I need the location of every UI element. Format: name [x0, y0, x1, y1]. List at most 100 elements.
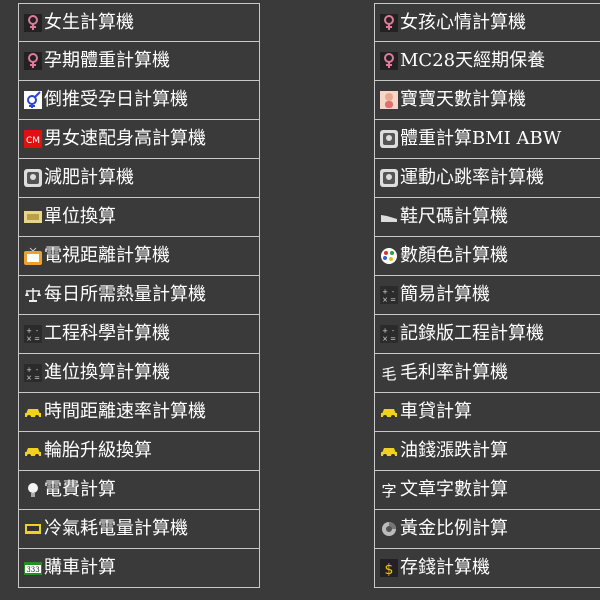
calculator-link-label: 存錢計算機 — [400, 557, 490, 578]
svg-text:×: × — [382, 335, 388, 343]
calculator-link-label: 電費計算 — [44, 479, 116, 500]
calculator-link[interactable]: 輪胎升級換算 — [18, 432, 260, 471]
calculator-link-label: 時間距離速率計算機 — [44, 401, 206, 422]
calculator-link[interactable]: + - × = 進位換算計算機 — [18, 354, 260, 393]
gold-icon — [380, 520, 398, 538]
calculator-link-label: 減肥計算機 — [44, 167, 134, 188]
hair-icon: 毛 — [380, 364, 398, 382]
car-icon — [380, 442, 398, 460]
balance-icon — [24, 286, 42, 304]
bulb-icon — [24, 481, 42, 499]
calculator-link-label: 男女速配身高計算機 — [44, 128, 206, 149]
calculator-link[interactable]: 女孩心情計算機 — [374, 3, 600, 42]
calculator-link-label: 冷氣耗電量計算機 — [44, 518, 188, 539]
calculator-link[interactable]: 黃金比例計算 — [374, 510, 600, 549]
calculator-link[interactable]: 電視距離計算機 — [18, 237, 260, 276]
female-icon — [380, 52, 398, 70]
calculator-link-label: 體重計算BMI ABW — [400, 128, 562, 149]
left-calculator-list: 女生計算機孕期體重計算機 倒推受孕日計算機 CM 男女速配身高計算機 減肥計算機單位換算… — [18, 3, 260, 588]
calculator-link[interactable]: + - × = 簡易計算機 — [374, 276, 600, 315]
calculator-link[interactable]: 數顏色計算機 — [374, 237, 600, 276]
calculator-link[interactable]: 時間距離速率計算機 — [18, 393, 260, 432]
scale-icon — [380, 169, 398, 187]
svg-text:=: = — [390, 296, 396, 304]
tv-icon — [24, 247, 42, 265]
unit-icon — [24, 208, 42, 226]
calculator-link-label: 車貸計算 — [400, 401, 472, 422]
female-icon — [24, 52, 42, 70]
gender-icon — [24, 91, 42, 109]
calculator-link[interactable]: 冷氣耗電量計算機 — [18, 510, 260, 549]
calculator-link-label: 寶寶天數計算機 — [400, 89, 526, 110]
calculator-link[interactable]: 333 購車計算 — [18, 549, 260, 588]
calculator-link-label: 電視距離計算機 — [44, 245, 170, 266]
car-icon — [380, 403, 398, 421]
car-icon — [24, 403, 42, 421]
calculator-link-label: 黃金比例計算 — [400, 518, 508, 539]
calculator-link-label: 孕期體重計算機 — [44, 50, 170, 71]
calculator-link[interactable]: 每日所需熱量計算機 — [18, 276, 260, 315]
calculator-link[interactable]: 字文章字數計算 — [374, 471, 600, 510]
calculator-link-label: 文章字數計算 — [400, 479, 508, 500]
svg-text:=: = — [34, 335, 40, 343]
scale-icon — [380, 130, 398, 148]
calculator-link[interactable]: 毛毛利率計算機 — [374, 354, 600, 393]
calculator-link-label: 倒推受孕日計算機 — [44, 89, 188, 110]
svg-text:CM: CM — [26, 136, 40, 146]
calculator-link-label: 油錢漲跌計算 — [400, 440, 508, 461]
calculator-link-label: 鞋尺碼計算機 — [400, 206, 508, 227]
svg-text:=: = — [34, 374, 40, 382]
calculator-link[interactable]: 單位換算 — [18, 198, 260, 237]
calculator-link-label: 運動心跳率計算機 — [400, 167, 544, 188]
svg-text:字: 字 — [381, 482, 396, 499]
calculator-link[interactable]: 減肥計算機 — [18, 159, 260, 198]
cm-icon: CM — [24, 130, 42, 148]
calculator-link[interactable]: CM 男女速配身高計算機 — [18, 120, 260, 159]
baby-icon — [380, 91, 398, 109]
calculator-link-label: 每日所需熱量計算機 — [44, 284, 206, 305]
calculator-link-label: MC28天經期保養 — [400, 50, 546, 71]
calculator-link[interactable]: + - × = 工程科學計算機 — [18, 315, 260, 354]
calculator-icon: + - × = — [24, 364, 42, 382]
calculator-link[interactable]: 孕期體重計算機 — [18, 42, 260, 81]
calculator-link[interactable]: 體重計算BMI ABW — [374, 120, 600, 159]
calculator-link[interactable]: 車貸計算 — [374, 393, 600, 432]
money-icon: $ — [380, 559, 398, 577]
calculator-link-label: 女孩心情計算機 — [400, 11, 526, 33]
svg-text:+: + — [26, 327, 32, 335]
svg-text:+: + — [382, 288, 388, 296]
svg-text:+: + — [382, 327, 388, 335]
calculator-link[interactable]: + - × = 記錄版工程計算機 — [374, 315, 600, 354]
calculator-link[interactable]: 電費計算 — [18, 471, 260, 510]
svg-text:×: × — [382, 296, 388, 304]
female-icon — [24, 13, 42, 32]
female-icon — [380, 13, 398, 32]
calculator-link-label: 毛利率計算機 — [400, 362, 508, 383]
svg-text:=: = — [390, 335, 396, 343]
shoe-icon — [380, 208, 398, 226]
calculator-link-label: 記錄版工程計算機 — [400, 323, 544, 344]
calculator-link-label: 數顏色計算機 — [400, 245, 508, 266]
calculator-link-label: 工程科學計算機 — [44, 323, 170, 344]
calculator-icon: + - × = — [24, 325, 42, 343]
aircon-icon — [24, 520, 42, 538]
calculator-icon: + - × = — [380, 325, 398, 343]
calculator-link[interactable]: $ 存錢計算機 — [374, 549, 600, 588]
calculator-link[interactable]: 運動心跳率計算機 — [374, 159, 600, 198]
palette-icon — [380, 247, 398, 265]
calculator-link[interactable]: 倒推受孕日計算機 — [18, 81, 260, 120]
svg-text:$: $ — [385, 562, 394, 577]
svg-text:×: × — [26, 374, 32, 382]
svg-text:333: 333 — [26, 566, 39, 574]
car-icon — [24, 442, 42, 460]
calculator-link-label: 單位換算 — [44, 206, 116, 227]
calculator-link[interactable]: 女生計算機 — [18, 3, 260, 42]
right-calculator-list: 女孩心情計算機 MC28天經期保養 寶寶天數計算機體重計算BMI ABW 運動心跳率計… — [374, 3, 600, 588]
plate-icon: 333 — [24, 559, 42, 577]
calculator-link[interactable]: 鞋尺碼計算機 — [374, 198, 600, 237]
calculator-link[interactable]: 寶寶天數計算機 — [374, 81, 600, 120]
calculator-link[interactable]: 油錢漲跌計算 — [374, 432, 600, 471]
calculator-link[interactable]: MC28天經期保養 — [374, 42, 600, 81]
calculator-link-label: 購車計算 — [44, 557, 116, 578]
calculator-link-label: 輪胎升級換算 — [44, 440, 152, 461]
